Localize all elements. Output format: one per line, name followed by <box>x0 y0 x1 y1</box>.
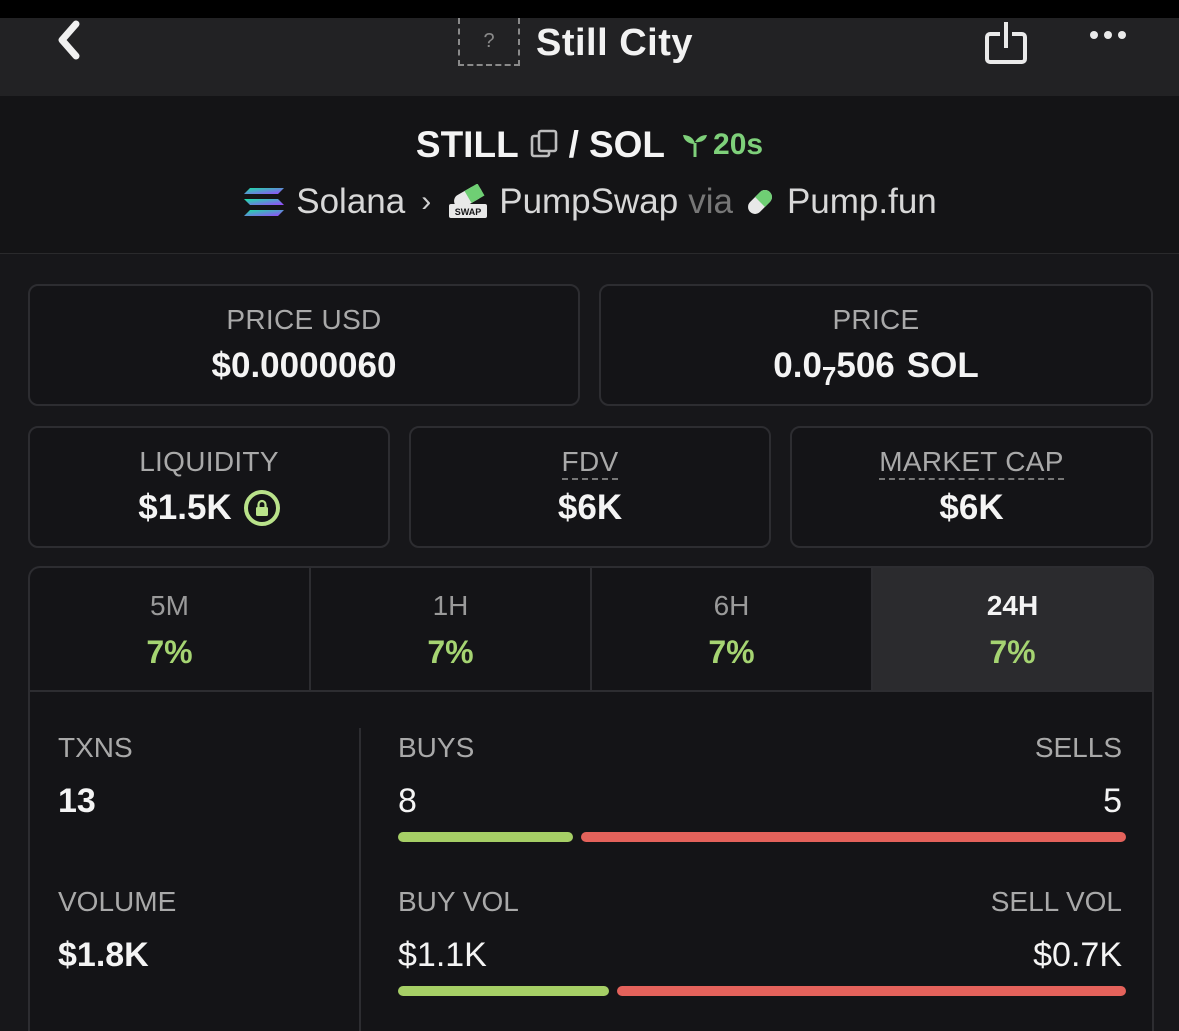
price-native-digits: 506 <box>836 346 895 385</box>
fdv-label[interactable]: FDV <box>561 446 619 480</box>
price-native-value: 0.0 7 506 SOL <box>601 346 1151 391</box>
route-row: Solana › SWAP PumpSwap via Pump.fun <box>0 180 1179 224</box>
pair-stats-panel: PRICE USD $0.0000060 PRICE 0.0 7 506 SOL… <box>0 254 1179 1031</box>
timeframe-tabs: 5M 7% 1H 7% 6H 7% 24H 7% <box>30 568 1152 692</box>
tab-24h[interactable]: 24H 7% <box>873 568 1152 690</box>
buys-sells-bar <box>398 832 1126 842</box>
tab-5m[interactable]: 5M 7% <box>30 568 311 690</box>
tab-label: 1H <box>432 590 469 621</box>
buys-value: 8 <box>398 782 417 820</box>
liquidity-label: LIQUIDITY <box>139 446 279 477</box>
price-change: 7% <box>427 634 474 670</box>
market-cap-label-wrap: MARKET CAP <box>792 446 1151 480</box>
nav-title-group: ? Still City <box>458 18 693 68</box>
volume-label: VOLUME <box>58 886 177 917</box>
top-nav-bar: ? Still City <box>0 18 1179 96</box>
txns-value: 13 <box>58 782 96 820</box>
txn-stats: TXNS 13 BUYS 8 SELLS 5 VOLUME $1.8K BUY … <box>30 694 1152 1031</box>
market-cap-label[interactable]: MARKET CAP <box>879 446 1064 480</box>
pumpswap-icon: SWAP <box>449 184 488 218</box>
market-cap-card: MARKET CAP $6K <box>790 426 1153 548</box>
fdv-label-wrap: FDV <box>411 446 769 480</box>
sell-vol-bar <box>617 986 1126 996</box>
pair-age-label: 20s <box>713 128 764 161</box>
dex-link[interactable]: PumpSwap <box>499 182 678 222</box>
price-change: 7% <box>989 634 1036 670</box>
token-image-placeholder: ? <box>458 18 520 66</box>
tab-label: 24H <box>986 590 1039 621</box>
price-native-zero-count: 7 <box>821 360 837 391</box>
chevron-right-icon: › <box>421 185 432 218</box>
sprout-icon <box>683 135 708 157</box>
pair-age: 20s <box>681 128 763 162</box>
copy-icon[interactable] <box>529 129 559 161</box>
launchpad-link[interactable]: Pump.fun <box>787 182 937 222</box>
txns-label: TXNS <box>58 732 133 763</box>
more-icon <box>1104 31 1112 39</box>
more-options-button[interactable] <box>1080 20 1136 50</box>
price-change: 7% <box>146 634 193 670</box>
sells-bar <box>581 832 1126 842</box>
page-title: Still City <box>536 21 694 64</box>
tab-label: 6H <box>713 590 750 621</box>
fdv-card: FDV $6K <box>409 426 771 548</box>
tab-1h[interactable]: 1H 7% <box>311 568 592 690</box>
pill-icon <box>748 190 772 214</box>
pair-separator: / <box>568 124 579 165</box>
lock-icon[interactable] <box>243 490 280 526</box>
pair-quote-symbol: SOL <box>588 124 666 165</box>
share-icon <box>985 22 1027 64</box>
more-icon <box>1090 31 1098 39</box>
sells-value: 5 <box>1103 782 1122 820</box>
price-native-unit: SOL <box>906 346 979 385</box>
pair-base-symbol: STILL <box>415 124 519 165</box>
market-cap-value: $6K <box>939 488 1004 527</box>
price-usd-value: $0.0000060 <box>211 346 397 385</box>
share-button[interactable] <box>984 20 1028 66</box>
volume-bar <box>398 986 1126 996</box>
back-button[interactable] <box>44 18 94 62</box>
stats-divider <box>359 728 361 1031</box>
buy-vol-bar <box>398 986 609 996</box>
buy-vol-label: BUY VOL <box>398 886 519 917</box>
liquidity-value-row: $1.5K <box>30 488 388 528</box>
fdv-value: $6K <box>557 488 623 527</box>
price-usd-card: PRICE USD $0.0000060 <box>28 284 580 406</box>
price-native-card: PRICE 0.0 7 506 SOL <box>599 284 1153 406</box>
price-change: 7% <box>708 634 755 670</box>
price-native-label: PRICE <box>832 304 920 335</box>
pair-row: STILL / SOL 20s <box>0 122 1179 168</box>
solana-icon <box>244 188 285 216</box>
status-strip <box>0 0 1179 18</box>
buy-vol-value: $1.1K <box>398 936 487 974</box>
pair-header: STILL / SOL 20s Solana › SWAP PumpSwap v… <box>0 96 1179 254</box>
price-usd-label: PRICE USD <box>226 304 382 335</box>
via-label: via <box>688 182 733 221</box>
timeframe-stats-panel: 5M 7% 1H 7% 6H 7% 24H 7% TXNS 13 BUYS 8 … <box>28 566 1154 1031</box>
sell-vol-value: $0.7K <box>1033 936 1122 974</box>
tab-label: 5M <box>150 590 189 621</box>
more-icon <box>1118 31 1126 39</box>
chain-link[interactable]: Solana <box>296 182 405 222</box>
buys-label: BUYS <box>398 732 475 763</box>
pumpswap-icon-text: SWAP <box>455 207 482 217</box>
chevron-left-icon <box>58 20 80 60</box>
tab-6h[interactable]: 6H 7% <box>592 568 873 690</box>
volume-value: $1.8K <box>58 936 149 974</box>
sells-label: SELLS <box>1034 732 1122 763</box>
liquidity-card: LIQUIDITY $1.5K <box>28 426 390 548</box>
buys-bar <box>398 832 573 842</box>
sell-vol-label: SELL VOL <box>990 886 1122 917</box>
price-native-prefix: 0.0 <box>773 346 822 385</box>
liquidity-value: $1.5K <box>138 488 232 527</box>
